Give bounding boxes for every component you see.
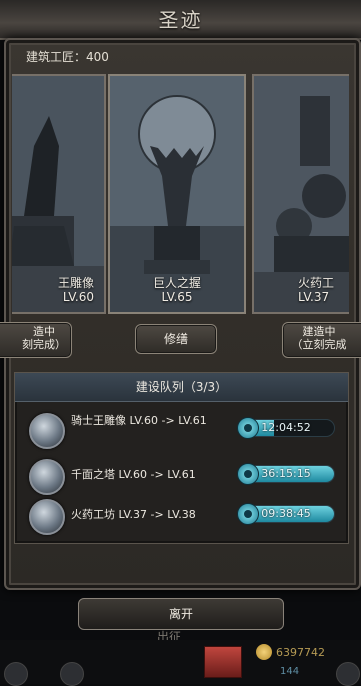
queue-row: 火药工坊 LV.37 -> LV.38 09:38:45 <box>15 497 348 537</box>
monument-name: 王雕像 <box>57 276 94 290</box>
leave-button[interactable]: 离开 <box>78 598 284 630</box>
coin-count: 6397742 <box>276 646 325 659</box>
instant-complete-label: （立刻完成 <box>291 338 347 351</box>
gunpowder-workshop-icon <box>29 499 65 535</box>
bottom-right-orb-icon[interactable] <box>336 662 360 686</box>
queue-row: 骑士王雕像 LV.60 -> LV.61 12:04:52 <box>15 411 348 451</box>
build-status-label: 建造中 <box>302 325 336 338</box>
build-queue-title: 建设队列（3/3） <box>15 373 348 402</box>
speedup-icon[interactable] <box>237 463 259 485</box>
monument-level: LV.37 <box>298 290 330 304</box>
monument-level: LV.60 <box>62 290 94 304</box>
monument-name: 火药工 <box>298 276 335 290</box>
knight-statue-icon <box>29 413 65 449</box>
speedup-icon[interactable] <box>237 503 259 525</box>
build-status-label: 造中 <box>33 325 55 338</box>
gem-count: 144 <box>280 666 300 677</box>
instant-complete-label: 刻完成） <box>22 338 66 351</box>
build-queue-panel: 建设队列（3/3） 骑士王雕像 LV.60 -> LV.61 12:04:52 … <box>14 372 349 544</box>
page-title: 圣迹 <box>158 8 203 32</box>
treasure-chest-icon[interactable] <box>204 646 242 678</box>
queue-row-label: 火药工坊 LV.37 -> LV.38 <box>71 508 196 521</box>
monument-card-giant-grip[interactable]: 巨人之握 LV.65 <box>108 74 246 314</box>
craftsman-count: 建筑工匠：400 <box>26 50 109 64</box>
speedup-icon[interactable] <box>237 417 259 439</box>
repair-button[interactable]: 修缮 <box>135 324 217 354</box>
coin-icon <box>256 644 272 660</box>
instant-complete-right-button[interactable]: 建造中 （立刻完成 <box>282 322 361 358</box>
monument-name: 巨人之握 <box>152 276 201 290</box>
tower-icon <box>29 459 65 495</box>
queue-row-label: 千面之塔 LV.60 -> LV.61 <box>71 468 196 481</box>
monument-card-knight[interactable]: 王雕像 LV.60 <box>12 74 106 314</box>
monument-carousel[interactable]: 王雕像 LV.60 巨人之握 LV.65 火药工 LV.37 <box>12 70 349 314</box>
monument-level: LV.65 <box>161 290 193 304</box>
bottom-orb-icon[interactable] <box>60 662 84 686</box>
instant-complete-left-button[interactable]: 造中 刻完成） <box>0 322 72 358</box>
queue-row-label: 骑士王雕像 LV.60 -> LV.61 <box>71 414 207 427</box>
monument-card-gunpowder[interactable]: 火药工 LV.37 <box>252 74 349 314</box>
bottom-left-orb-icon[interactable] <box>4 662 28 686</box>
queue-row: 千面之塔 LV.60 -> LV.61 36:15:15 <box>15 457 348 497</box>
